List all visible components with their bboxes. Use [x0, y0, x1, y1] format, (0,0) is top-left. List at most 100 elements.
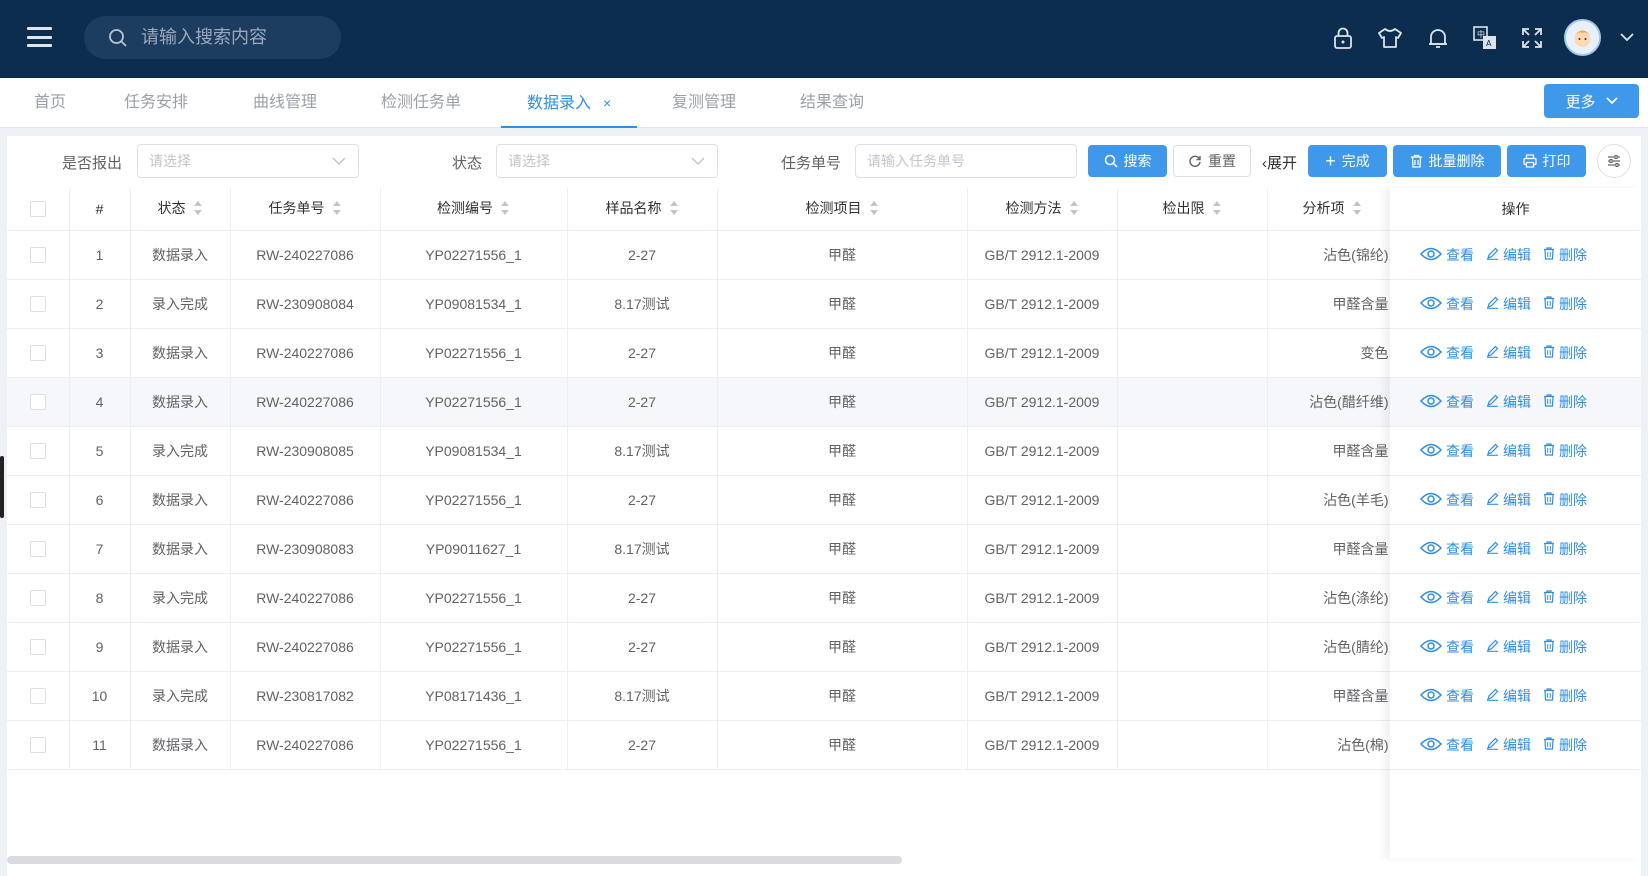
edit-button[interactable]: 编辑 [1486, 686, 1531, 706]
row-checkbox[interactable] [29, 541, 46, 558]
delete-button[interactable]: 删除 [1543, 637, 1587, 657]
column-header-analysis-item[interactable]: 分析项 [1267, 188, 1398, 231]
chevron-down-icon[interactable] [1618, 30, 1636, 44]
search-input[interactable] [141, 27, 326, 48]
row-checkbox[interactable] [29, 296, 46, 313]
table-row[interactable]: 1 数据录入 RW-240227086 YP02271556_1 2-27 甲醛 GB/T … [7, 230, 1398, 280]
table-row[interactable]: 11 数据录入 RW-240227086 YP02271556_1 2-27 甲醛 GB/T… [7, 720, 1398, 770]
delete-button[interactable]: 删除 [1543, 490, 1587, 510]
table-row[interactable]: 5 录入完成 RW-230908085 YP09081534_1 8.17测试 甲醛 GB/… [7, 426, 1398, 476]
view-button[interactable]: 查看 [1419, 735, 1474, 755]
delete-button[interactable]: 删除 [1543, 735, 1587, 755]
edit-button[interactable]: 编辑 [1486, 392, 1531, 412]
delete-button[interactable]: 删除 [1543, 343, 1587, 363]
sidebar-drag-handle[interactable] [0, 456, 4, 518]
edit-button[interactable]: 编辑 [1486, 490, 1531, 510]
close-icon[interactable]: × [603, 95, 611, 111]
column-header-task-number[interactable]: 任务单号 [230, 188, 381, 231]
table-row[interactable]: 9 数据录入 RW-240227086 YP02271556_1 2-27 甲醛 GB/T … [7, 622, 1398, 672]
delete-button[interactable]: 删除 [1543, 294, 1587, 314]
edit-button[interactable]: 编辑 [1486, 539, 1531, 559]
row-checkbox[interactable] [29, 394, 46, 411]
select-all-checkbox[interactable] [29, 201, 46, 218]
view-button[interactable]: 查看 [1419, 294, 1474, 314]
sort-icon[interactable] [332, 200, 342, 219]
user-avatar[interactable] [1564, 19, 1601, 56]
tab-data-entry[interactable]: 数据录入 × [501, 78, 638, 128]
view-button[interactable]: 查看 [1419, 539, 1474, 559]
task-number-input[interactable] [855, 144, 1077, 178]
fullscreen-icon[interactable] [1518, 24, 1546, 52]
column-header-status[interactable]: 状态 [130, 188, 231, 231]
edit-button[interactable]: 编辑 [1486, 637, 1531, 657]
tab-home[interactable]: 首页 [34, 78, 66, 128]
sort-icon[interactable] [869, 200, 879, 219]
view-button[interactable]: 查看 [1419, 343, 1474, 363]
search-button[interactable]: 搜索 [1088, 145, 1167, 177]
view-button[interactable]: 查看 [1419, 588, 1474, 608]
delete-button[interactable]: 删除 [1543, 588, 1587, 608]
delete-button[interactable]: 删除 [1543, 245, 1587, 265]
table-row[interactable]: 10 录入完成 RW-230817082 YP08171436_1 8.17测试 甲醛 GB… [7, 671, 1398, 721]
view-button[interactable]: 查看 [1419, 392, 1474, 412]
delete-button[interactable]: 删除 [1543, 392, 1587, 412]
sort-icon[interactable] [193, 200, 203, 219]
reported-select[interactable]: 请选择 [137, 144, 359, 178]
column-settings-button[interactable] [1597, 144, 1631, 178]
row-checkbox[interactable] [29, 737, 46, 754]
table-row[interactable]: 4 数据录入 RW-240227086 YP02271556_1 2-27 甲醛 GB/T … [7, 377, 1398, 427]
edit-button[interactable]: 编辑 [1486, 245, 1531, 265]
edit-button[interactable]: 编辑 [1486, 294, 1531, 314]
sort-icon[interactable] [669, 200, 679, 219]
delete-button[interactable]: 删除 [1543, 441, 1587, 461]
global-search[interactable] [84, 16, 341, 59]
tab-curve-management[interactable]: 曲线管理 [253, 78, 317, 128]
row-checkbox[interactable] [29, 639, 46, 656]
tab-result-query[interactable]: 结果查询 [800, 78, 864, 128]
column-header-test-item[interactable]: 检测项目 [717, 188, 968, 231]
column-header-detection-limit[interactable]: 检出限 [1117, 188, 1268, 231]
complete-button[interactable]: + 完成 [1308, 145, 1387, 177]
sort-icon[interactable] [1212, 200, 1222, 219]
row-checkbox[interactable] [29, 688, 46, 705]
view-button[interactable]: 查看 [1419, 441, 1474, 461]
more-button[interactable]: 更多 [1544, 84, 1639, 118]
tab-task-schedule[interactable]: 任务安排 [124, 78, 188, 128]
view-button[interactable]: 查看 [1419, 686, 1474, 706]
table-row[interactable]: 8 录入完成 RW-240227086 YP02271556_1 2-27 甲醛 GB/T … [7, 573, 1398, 623]
column-header-test-method[interactable]: 检测方法 [967, 188, 1118, 231]
hamburger-menu-icon[interactable] [27, 27, 52, 47]
table-row[interactable]: 7 数据录入 RW-230908083 YP09011627_1 8.17测试 甲醛 GB/… [7, 524, 1398, 574]
print-button[interactable]: 打印 [1507, 145, 1586, 177]
batch-delete-button[interactable]: 批量删除 [1393, 145, 1501, 177]
horizontal-scrollbar[interactable] [7, 856, 902, 864]
row-checkbox[interactable] [29, 492, 46, 509]
edit-button[interactable]: 编辑 [1486, 588, 1531, 608]
view-button[interactable]: 查看 [1419, 490, 1474, 510]
table-row[interactable]: 3 数据录入 RW-240227086 YP02271556_1 2-27 甲醛 GB/T … [7, 328, 1398, 378]
status-select[interactable]: 请选择 [496, 144, 718, 178]
translate-icon[interactable]: 中A [1471, 24, 1499, 52]
lock-icon[interactable] [1329, 24, 1357, 52]
column-header-test-code[interactable]: 检测编号 [380, 188, 568, 231]
edit-button[interactable]: 编辑 [1486, 441, 1531, 461]
edit-button[interactable]: 编辑 [1486, 735, 1531, 755]
row-checkbox[interactable] [29, 590, 46, 607]
bell-icon[interactable] [1424, 24, 1452, 52]
table-row[interactable]: 6 数据录入 RW-240227086 YP02271556_1 2-27 甲醛 GB/T … [7, 475, 1398, 525]
edit-button[interactable]: 编辑 [1486, 343, 1531, 363]
delete-button[interactable]: 删除 [1543, 539, 1587, 559]
view-button[interactable]: 查看 [1419, 245, 1474, 265]
row-checkbox[interactable] [29, 247, 46, 264]
delete-button[interactable]: 删除 [1543, 686, 1587, 706]
shirt-icon[interactable] [1376, 24, 1404, 52]
column-header-sample-name[interactable]: 样品名称 [567, 188, 718, 231]
table-row[interactable]: 2 录入完成 RW-230908084 YP09081534_1 8.17测试 甲醛 GB/… [7, 279, 1398, 329]
reset-button[interactable]: 重置 [1173, 145, 1251, 177]
row-checkbox[interactable] [29, 345, 46, 362]
sort-icon[interactable] [500, 200, 510, 219]
row-checkbox[interactable] [29, 443, 46, 460]
sort-icon[interactable] [1069, 200, 1079, 219]
tab-inspection-task[interactable]: 检测任务单 [381, 78, 461, 128]
expand-toggle[interactable]: ‹展开 [1262, 152, 1297, 173]
